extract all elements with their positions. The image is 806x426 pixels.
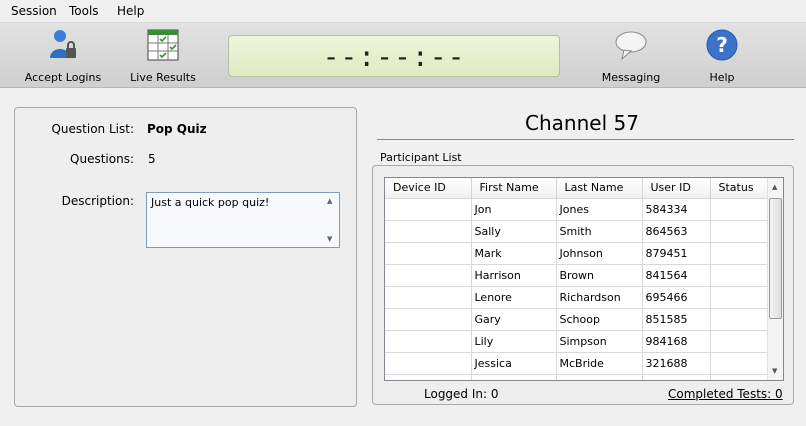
description-text: Just a quick pop quiz! xyxy=(151,196,270,209)
cell-user-id: 851585 xyxy=(642,308,711,331)
description-scrollbar[interactable]: ▲ ▼ xyxy=(323,193,339,247)
messaging-label: Messaging xyxy=(601,71,661,84)
table-row[interactable]: Sally Smith 864563 xyxy=(385,220,770,243)
cell-user-id: 695466 xyxy=(642,286,711,309)
cell-first-name: Jessica xyxy=(471,352,557,375)
cell-first-name: Mark xyxy=(471,242,557,265)
table-row[interactable]: Gary Schoop 851585 xyxy=(385,308,770,331)
column-user-id[interactable]: User ID xyxy=(642,178,711,199)
cell-status xyxy=(710,352,770,375)
cell-status xyxy=(710,286,770,309)
results-grid-icon xyxy=(126,27,200,63)
accept-logins-label: Accept Logins xyxy=(24,71,102,84)
question-list-value: Pop Quiz xyxy=(147,122,207,136)
description-label: Description: xyxy=(61,194,134,208)
table-row[interactable]: Mark Johnson 879451 xyxy=(385,242,770,265)
cell-last-name: Jones xyxy=(556,198,643,221)
cell-status xyxy=(710,242,770,265)
cell-first-name: Jon xyxy=(471,198,557,221)
column-device-id[interactable]: Device ID xyxy=(385,178,472,199)
menu-tools[interactable]: Tools xyxy=(69,4,99,18)
table-row[interactable] xyxy=(385,374,770,380)
session-timer: --:--:-- xyxy=(228,35,560,77)
cell-status xyxy=(710,264,770,287)
questions-label: Questions: xyxy=(70,152,134,166)
cell-status xyxy=(710,308,770,331)
cell-device-id xyxy=(385,330,472,353)
column-status[interactable]: Status xyxy=(710,178,770,199)
completed-tests-link[interactable]: Completed Tests: 0 xyxy=(668,387,783,401)
column-last-name[interactable]: Last Name xyxy=(556,178,643,199)
cell-last-name: McBride xyxy=(556,352,643,375)
svg-text:?: ? xyxy=(716,33,728,57)
help-label: Help xyxy=(709,71,735,84)
scroll-up-icon[interactable]: ▲ xyxy=(327,197,332,205)
cell-last-name: Schoop xyxy=(556,308,643,331)
cell-status xyxy=(710,330,770,353)
cell-first-name: Lily xyxy=(471,330,557,353)
cell-user-id: 584334 xyxy=(642,198,711,221)
cell-first-name: Gary xyxy=(471,308,557,331)
cell-first-name: Harrison xyxy=(471,264,557,287)
cell-device-id xyxy=(385,220,472,243)
table-row[interactable]: Jessica McBride 321688 xyxy=(385,352,770,375)
grid-header-row: Device ID First Name Last Name User ID S… xyxy=(385,178,770,199)
cell-user-id: 984168 xyxy=(642,330,711,353)
channel-title: Channel 57 xyxy=(525,111,639,135)
cell-status xyxy=(710,198,770,221)
speech-bubble-icon xyxy=(598,27,664,63)
messaging-button[interactable]: Messaging xyxy=(598,27,664,84)
cell-user-id: 879451 xyxy=(642,242,711,265)
question-list-label: Question List: xyxy=(51,122,134,136)
help-button[interactable]: ? Help xyxy=(700,27,744,84)
scroll-thumb[interactable] xyxy=(769,198,782,319)
cell-last-name: Richardson xyxy=(556,286,643,309)
cell-device-id xyxy=(385,352,472,375)
table-row[interactable]: Jon Jones 584334 xyxy=(385,198,770,221)
cell-first-name: Sally xyxy=(471,220,557,243)
participant-grid[interactable]: Device ID First Name Last Name User ID S… xyxy=(384,177,784,381)
table-row[interactable]: Harrison Brown 841564 xyxy=(385,264,770,287)
cell-last-name: Smith xyxy=(556,220,643,243)
scroll-down-icon[interactable]: ▼ xyxy=(772,367,777,375)
cell-status xyxy=(710,220,770,243)
quiz-info-panel: Question List: Pop Quiz Questions: 5 Des… xyxy=(14,107,357,407)
cell-device-id xyxy=(385,242,472,265)
logged-in-status: Logged In: 0 xyxy=(424,387,499,401)
live-results-button[interactable]: Live Results xyxy=(126,27,200,84)
cell-last-name: Simpson xyxy=(556,330,643,353)
scroll-down-icon[interactable]: ▼ xyxy=(327,235,332,243)
cell-device-id xyxy=(385,264,472,287)
divider xyxy=(377,139,794,140)
cell-user-id: 321688 xyxy=(642,352,711,375)
cell-last-name: Johnson xyxy=(556,242,643,265)
cell-device-id xyxy=(385,308,472,331)
table-row[interactable]: Lily Simpson 984168 xyxy=(385,330,770,353)
scroll-up-icon[interactable]: ▲ xyxy=(772,183,777,191)
menu-session[interactable]: Session xyxy=(11,4,57,18)
description-field[interactable]: Just a quick pop quiz! ▲ ▼ xyxy=(146,192,340,248)
cell-device-id xyxy=(385,198,472,221)
cell-user-id: 841564 xyxy=(642,264,711,287)
cell-user-id: 864563 xyxy=(642,220,711,243)
toolbar: Accept Logins Live Results --:--:-- Mess… xyxy=(0,23,806,88)
live-results-label: Live Results xyxy=(130,71,196,84)
user-login-icon xyxy=(22,27,104,63)
accept-logins-button[interactable]: Accept Logins xyxy=(22,27,104,84)
questions-value: 5 xyxy=(148,152,156,166)
column-first-name[interactable]: First Name xyxy=(471,178,557,199)
participant-list-label: Participant List xyxy=(380,151,462,164)
menu-help[interactable]: Help xyxy=(117,4,144,18)
cell-first-name: Lenore xyxy=(471,286,557,309)
cell-device-id xyxy=(385,286,472,309)
cell-last-name: Brown xyxy=(556,264,643,287)
table-row[interactable]: Lenore Richardson 695466 xyxy=(385,286,770,309)
help-question-icon: ? xyxy=(700,27,744,63)
grid-scrollbar[interactable]: ▲ ▼ xyxy=(767,178,783,380)
menu-bar: Session Tools Help xyxy=(0,0,806,23)
